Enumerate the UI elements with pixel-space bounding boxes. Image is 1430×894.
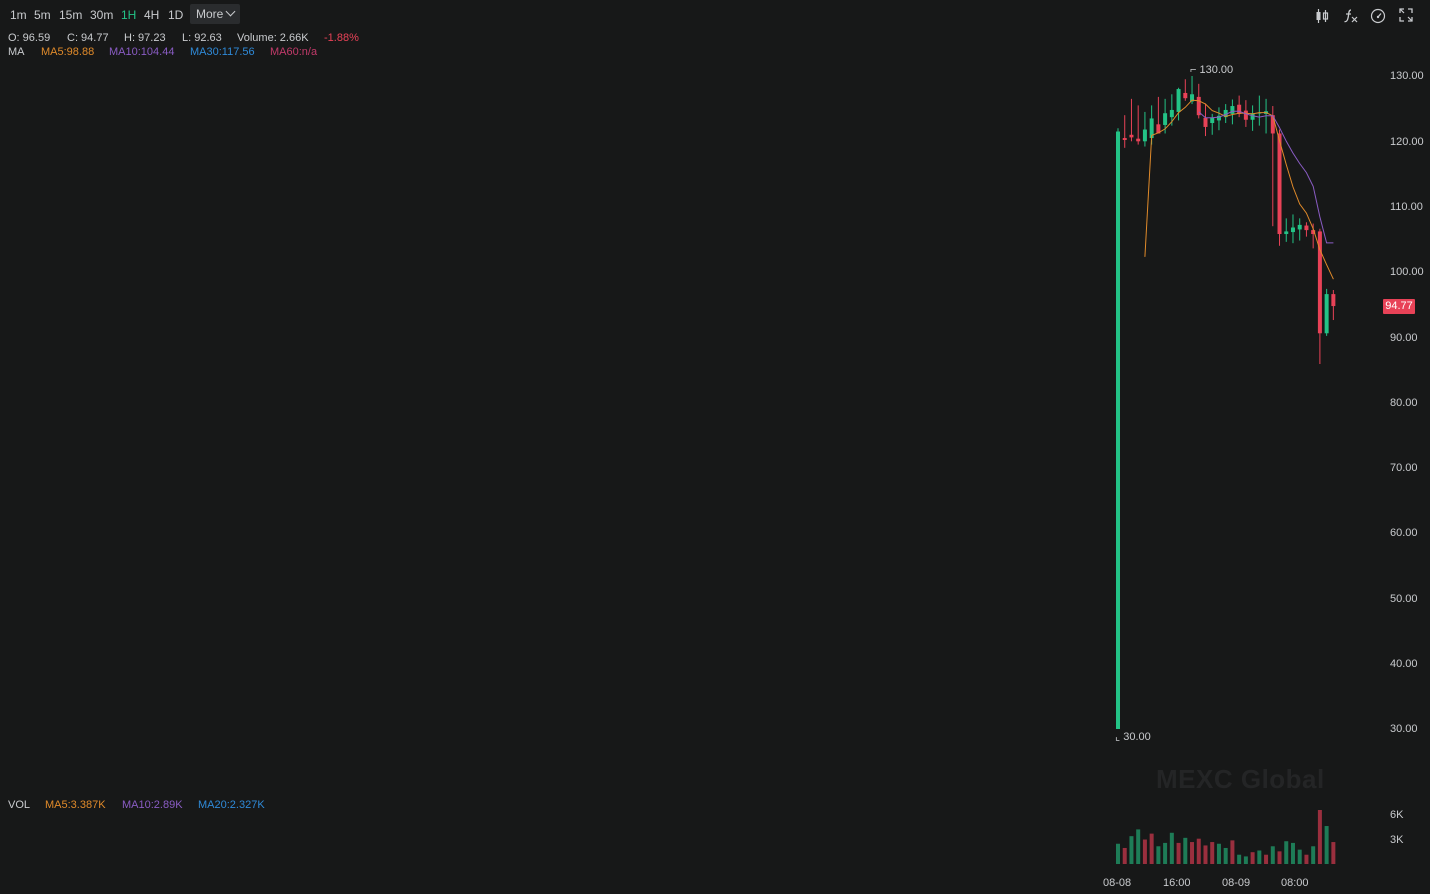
candle-body xyxy=(1129,134,1134,138)
candle-body xyxy=(1122,138,1127,140)
volume-bar xyxy=(1116,843,1120,864)
vol-ma5-value: MA5:3.387K xyxy=(45,799,106,811)
volume-bar xyxy=(1237,854,1242,864)
volume-bar xyxy=(1216,843,1221,864)
volume-bar xyxy=(1190,842,1195,864)
vol-ma20-value: MA20:2.327K xyxy=(198,799,265,811)
volume-bar xyxy=(1129,836,1134,864)
candle-body xyxy=(1203,117,1208,127)
volume-bar xyxy=(1203,845,1208,864)
candle-body xyxy=(1163,113,1168,125)
ma5-line xyxy=(1144,99,1334,280)
candle-body xyxy=(1183,92,1188,99)
volume-bar xyxy=(1176,842,1181,864)
volume-bar xyxy=(1223,847,1228,864)
candle-body xyxy=(1237,104,1242,114)
low-marker: ⌞ 30.00 xyxy=(1115,730,1151,743)
candle-body xyxy=(1142,129,1147,142)
candle-body xyxy=(1169,109,1174,118)
volume-bar xyxy=(1142,839,1147,864)
candle-body xyxy=(1297,224,1302,230)
volume-bar xyxy=(1331,842,1336,864)
candle-body xyxy=(1243,110,1248,120)
volume-bar xyxy=(1284,841,1289,864)
volume-bar xyxy=(1136,829,1141,864)
volume-bar xyxy=(1264,854,1269,864)
candle-body xyxy=(1290,227,1295,233)
volume-bar xyxy=(1250,852,1255,864)
candle-body xyxy=(1230,106,1235,114)
vol-label: VOL xyxy=(8,799,31,811)
candle-body xyxy=(1176,89,1181,112)
volume-bar xyxy=(1317,810,1322,864)
volume-bar xyxy=(1230,840,1235,864)
volume-bar xyxy=(1163,842,1168,864)
x-tick-label: 08-09 xyxy=(1222,877,1251,889)
candle-body xyxy=(1116,131,1120,729)
volume-bar xyxy=(1149,833,1154,864)
high-marker-value: 130.00 xyxy=(1199,64,1234,76)
volume-bar xyxy=(1290,842,1295,864)
x-tick-label: 08-08 xyxy=(1103,877,1132,889)
x-tick-label: 08:00 xyxy=(1281,877,1309,889)
volume-bar xyxy=(1183,837,1188,864)
candle-body xyxy=(1304,225,1309,231)
x-tick-label: 16:00 xyxy=(1163,877,1191,889)
volume-bar xyxy=(1243,856,1248,864)
low-marker-icon: ⌞ xyxy=(1115,731,1124,743)
volume-bar xyxy=(1122,847,1127,864)
candle-body xyxy=(1136,138,1141,142)
volume-bar xyxy=(1270,846,1275,864)
volume-bar xyxy=(1196,838,1201,864)
candle-body xyxy=(1284,231,1289,235)
low-marker-value: 30.00 xyxy=(1123,731,1151,743)
candle-body xyxy=(1277,133,1282,235)
candle-body xyxy=(1331,294,1336,307)
high-marker: ⌐ 130.00 xyxy=(1190,64,1233,76)
vol-tick-label: 3K xyxy=(1390,834,1404,846)
volume-bar xyxy=(1277,851,1282,864)
volume-bar xyxy=(1324,826,1329,864)
candle-body xyxy=(1210,117,1215,124)
volume-bar xyxy=(1311,846,1316,864)
candlestick-chart[interactable] xyxy=(0,0,1430,894)
volume-bar xyxy=(1257,850,1262,864)
vol-ma10-value: MA10:2.89K xyxy=(122,799,183,811)
volume-bar xyxy=(1169,832,1174,864)
volume-bar xyxy=(1304,854,1309,864)
candle-body xyxy=(1324,294,1329,334)
volume-bar xyxy=(1156,846,1161,864)
vol-tick-label: 6K xyxy=(1390,809,1404,821)
volume-bar xyxy=(1210,842,1215,864)
volume-bar xyxy=(1297,849,1302,864)
